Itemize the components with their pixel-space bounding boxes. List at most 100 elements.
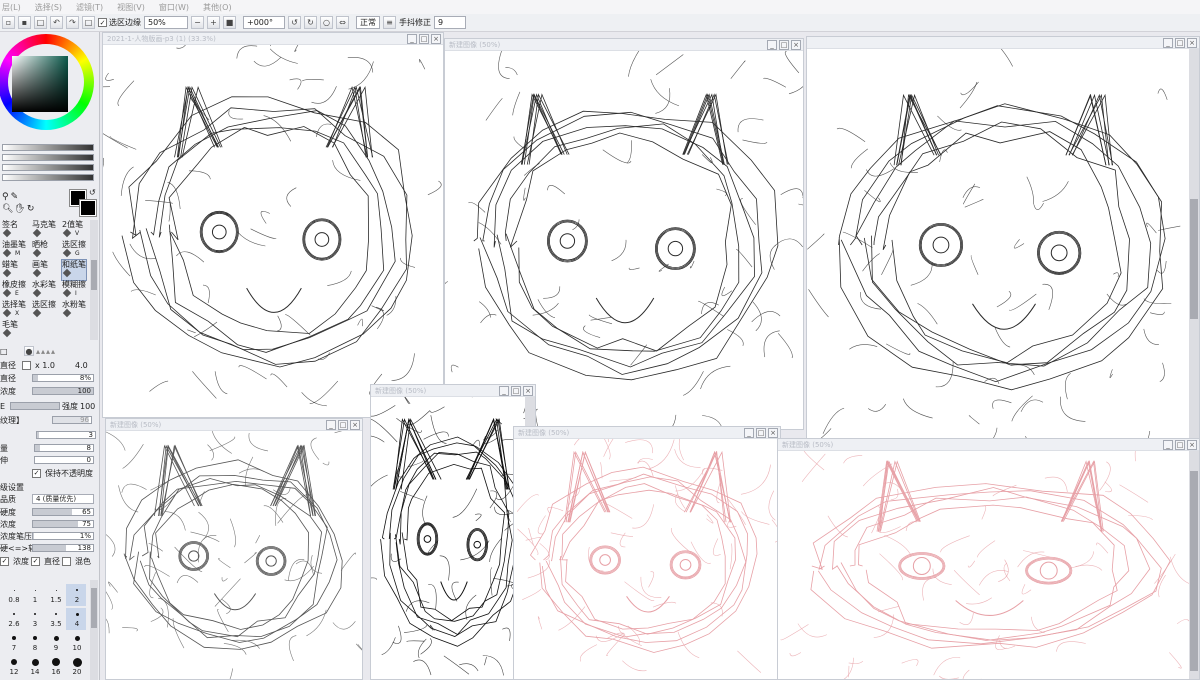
view-tools[interactable]: 🔍︎✋︎↻ (2, 204, 35, 214)
pen-icon[interactable]: ✎ (11, 192, 21, 202)
texture-select[interactable]: 纹理】 (0, 415, 50, 426)
document-window-2[interactable]: 新建图像 (50%) _ □ × (444, 38, 804, 430)
min-density-bar[interactable]: 75 (32, 520, 94, 528)
tool-row4-1[interactable]: 水彩笔 (32, 280, 56, 300)
value-slider[interactable] (2, 164, 94, 171)
tool-row2-2[interactable]: 选区擦 G (62, 240, 86, 260)
canvas-sketch[interactable] (778, 451, 1200, 680)
rotate-icon[interactable]: ↻ (27, 204, 36, 214)
stabilizer-select[interactable]: 9 (434, 16, 466, 29)
maximize-icon[interactable]: □ (756, 428, 766, 438)
rotate-ccw-icon[interactable]: ↺ (288, 16, 301, 29)
close-icon[interactable]: × (1187, 38, 1197, 48)
tool-row3-2[interactable]: 和纸笔 (61, 259, 87, 281)
selection-edge-toggle[interactable]: ✓ 选区边缘 (98, 17, 141, 28)
blending-bar[interactable]: 3 (36, 431, 96, 439)
qty-bar[interactable]: 8 (34, 444, 94, 452)
document-title-bar[interactable]: 新建图像 (50%) _ □ × (778, 439, 1199, 451)
persistence-bar[interactable]: 0 (34, 456, 94, 464)
document-window-1[interactable]: 2021-1-人物版画-p3 (1) (33.3%) _ □ × (102, 32, 444, 418)
hard-soft-bar[interactable]: 138 (32, 544, 94, 552)
close-icon[interactable]: × (350, 420, 360, 430)
tool-row5-0[interactable]: 选择笔 X (2, 300, 26, 320)
tool-row2-1[interactable]: 晒枪 (32, 240, 56, 260)
close-icon[interactable]: × (523, 386, 533, 396)
density-bar[interactable]: 100 (32, 387, 94, 395)
tool-row1-1[interactable]: 马克笔 (32, 220, 56, 240)
tool-row6-0[interactable]: 毛笔 (2, 320, 26, 340)
magnify-icon[interactable]: 🔍︎ (2, 204, 14, 214)
maximize-icon[interactable]: □ (779, 40, 789, 50)
clear-icon[interactable]: □ (82, 16, 95, 29)
document-title-bar[interactable]: 新建图像 (50%) _ □ × (514, 427, 780, 439)
saturation-value-square[interactable] (12, 56, 68, 112)
document-window-3[interactable]: _ □ × (806, 36, 1200, 440)
size-presets-scrollbar[interactable] (90, 580, 98, 680)
document-scrollbar[interactable] (1189, 49, 1199, 439)
advanced-settings-header[interactable]: 级设置 (0, 482, 99, 492)
menu-filter[interactable]: 滤镜(T) (76, 2, 103, 13)
maximize-icon[interactable]: □ (338, 420, 348, 430)
tool-grid-scrollbar[interactable] (90, 220, 98, 340)
minimize-icon[interactable]: _ (767, 40, 777, 50)
minimize-icon[interactable]: _ (407, 34, 417, 44)
max-size-value[interactable]: 4.0 (75, 361, 88, 370)
opacity-slider[interactable] (2, 174, 94, 181)
rotate-cw-icon[interactable]: ↻ (304, 16, 317, 29)
canvas-sketch[interactable] (445, 51, 804, 430)
max-size-multiplier[interactable]: x 1.0 (35, 361, 73, 370)
shape-options-icon[interactable]: ▴▴▴▴ (36, 347, 56, 356)
zoom-out-icon[interactable]: − (191, 16, 204, 29)
edge-hardness-bar[interactable]: 65 (32, 508, 94, 516)
zoom-select[interactable]: 50% (144, 16, 188, 29)
hand-icon[interactable]: ✋︎ (14, 204, 26, 214)
eyedropper-icon[interactable]: ⚲ (2, 192, 11, 202)
canvas-sketch[interactable] (807, 49, 1200, 440)
zoom-in-icon[interactable]: + (207, 16, 220, 29)
close-icon[interactable]: × (768, 428, 778, 438)
menu-select[interactable]: 选择(S) (35, 2, 62, 13)
minimize-icon[interactable]: _ (744, 428, 754, 438)
tool-row4-0[interactable]: 橡皮擦 E (2, 280, 26, 300)
strength-value[interactable]: 100 (80, 402, 95, 411)
menu-view[interactable]: 视图(V) (117, 2, 145, 13)
saturation-slider[interactable] (2, 154, 94, 161)
selection-edge-checkbox[interactable]: ✓ (98, 18, 107, 27)
blend-mode-select[interactable]: 正常 (356, 16, 380, 29)
min-size-bar[interactable]: 8% (32, 374, 94, 382)
tool-row5-2[interactable]: 水粉笔 (62, 300, 86, 320)
minimize-icon[interactable]: _ (1163, 440, 1173, 450)
pressure-density-checkbox[interactable]: ✓ (0, 556, 9, 566)
secondary-color-swatch[interactable] (79, 199, 97, 217)
canvas-sketch[interactable] (514, 439, 781, 680)
tool-row3-1[interactable]: 画笔 (32, 260, 56, 280)
hue-slider[interactable] (2, 144, 94, 151)
invert-selection-icon[interactable]: ▪ (18, 16, 31, 29)
document-window-5[interactable]: 新建图像 (50%) _ □ × (370, 384, 536, 680)
shape-circle-icon[interactable]: ● (24, 346, 34, 356)
tool-row1-2[interactable]: 2值笔 V (62, 220, 86, 240)
maximize-icon[interactable]: □ (511, 386, 521, 396)
rotate-reset-icon[interactable]: ○ (320, 16, 333, 29)
texture-bar[interactable]: 96 (52, 416, 92, 424)
nav-tools[interactable]: ⚲✎ (2, 192, 20, 202)
color-wheel[interactable] (0, 34, 94, 130)
max-size-checkbox[interactable] (22, 360, 31, 370)
swap-color-icon[interactable]: ↺ (89, 188, 96, 197)
keep-opacity-checkbox[interactable]: ✓ (32, 468, 41, 478)
maximize-icon[interactable]: □ (419, 34, 429, 44)
transform-icon[interactable]: □ (34, 16, 47, 29)
canvas-sketch[interactable] (371, 397, 536, 680)
quality-select[interactable]: 4 (质量优先) (32, 494, 94, 504)
canvas-sketch[interactable] (106, 431, 363, 680)
tool-row1-0[interactable]: 签名 (2, 220, 26, 240)
keep-opacity-row[interactable]: ✓ 保持不透明度 (0, 468, 99, 478)
maximize-icon[interactable]: □ (1175, 440, 1185, 450)
zoom-reset-icon[interactable]: ■ (223, 16, 236, 29)
pressure-blend-checkbox[interactable] (62, 556, 71, 566)
document-title-bar[interactable]: 新建图像 (50%) _ □ × (106, 419, 362, 431)
paper-bar[interactable] (10, 402, 60, 410)
document-title-bar[interactable]: 2021-1-人物版画-p3 (1) (33.3%) _ □ × (103, 33, 443, 45)
close-icon[interactable]: × (431, 34, 441, 44)
maximize-icon[interactable]: □ (1175, 38, 1185, 48)
